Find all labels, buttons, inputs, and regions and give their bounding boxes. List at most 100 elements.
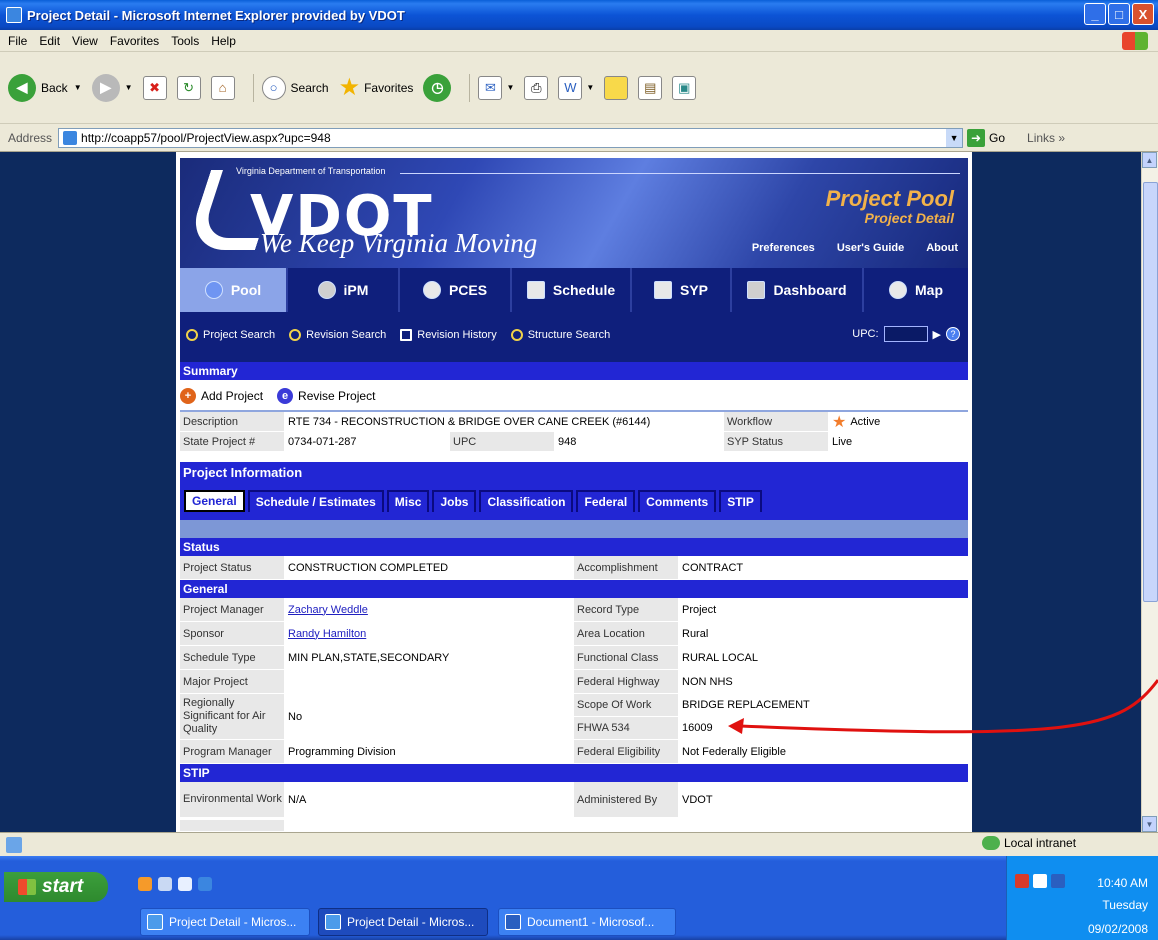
tab-schedule-estimates[interactable]: Schedule / Estimates bbox=[247, 490, 384, 512]
go-button[interactable]: ➜ Go bbox=[967, 128, 1005, 147]
ie-icon bbox=[147, 914, 163, 930]
address-input[interactable]: http://coapp57/pool/ProjectView.aspx?upc… bbox=[58, 127, 964, 148]
project-manager-link[interactable]: Zachary Weddle bbox=[288, 604, 368, 616]
vertical-scrollbar[interactable]: ▲ ▼ bbox=[1141, 152, 1158, 832]
fhwa-534-value: 16009 bbox=[678, 717, 968, 739]
home-button[interactable]: ⌂ bbox=[210, 75, 235, 100]
links-label: Links bbox=[1027, 130, 1056, 145]
word-icon bbox=[505, 914, 521, 930]
edit-button[interactable]: W ▼ bbox=[558, 75, 594, 100]
banner-links: Preferences User's Guide About bbox=[752, 242, 958, 254]
nav-syp[interactable]: SYP bbox=[632, 268, 732, 312]
menu-edit[interactable]: Edit bbox=[39, 34, 60, 48]
word-icon: W bbox=[558, 75, 583, 100]
forward-button[interactable]: ▶ ▼ bbox=[91, 73, 133, 102]
scroll-down-icon[interactable]: ▼ bbox=[1142, 816, 1157, 832]
nav-map[interactable]: Map bbox=[864, 268, 968, 312]
menu-file[interactable]: File bbox=[8, 34, 27, 48]
taskbar-item[interactable]: Document1 - Microsof... bbox=[498, 908, 676, 936]
nav-label: Dashboard bbox=[773, 282, 847, 298]
tab-federal[interactable]: Federal bbox=[576, 490, 636, 512]
chevron-down-icon[interactable]: ▼ bbox=[946, 128, 963, 147]
upc-go-icon[interactable]: ▶ bbox=[933, 328, 941, 341]
links-button[interactable]: Links » bbox=[1027, 131, 1065, 145]
project-search-link[interactable]: Project Search bbox=[186, 329, 275, 341]
nav-schedule[interactable]: Schedule bbox=[512, 268, 632, 312]
favorites-button[interactable]: ★ Favorites bbox=[339, 73, 414, 102]
main-nav: Pool iPM PCES Schedule SYP Dashboard Map bbox=[180, 268, 968, 312]
taskbar: start Project Detail - Micros... Project… bbox=[0, 856, 1158, 940]
maximize-button[interactable]: □ bbox=[1108, 3, 1130, 25]
stop-button[interactable]: ✖ bbox=[142, 75, 167, 100]
scroll-up-icon[interactable]: ▲ bbox=[1142, 152, 1157, 168]
browser-viewport: Virginia Department of Transportation VD… bbox=[0, 152, 1141, 832]
nav-pces[interactable]: PCES bbox=[400, 268, 512, 312]
banner-rule bbox=[400, 173, 960, 174]
research-button[interactable]: ▤ bbox=[638, 75, 663, 100]
clock-date: 09/02/2008 bbox=[1087, 922, 1148, 936]
minimize-button[interactable]: _ bbox=[1084, 3, 1106, 25]
nav-dashboard[interactable]: Dashboard bbox=[732, 268, 864, 312]
task-label: Document1 - Microsof... bbox=[527, 915, 655, 929]
windows-logo-icon bbox=[1122, 32, 1148, 50]
tab-comments[interactable]: Comments bbox=[638, 490, 717, 512]
help-icon[interactable]: ? bbox=[946, 327, 960, 341]
tab-stip[interactable]: STIP bbox=[719, 490, 762, 512]
menu-tools[interactable]: Tools bbox=[171, 34, 199, 48]
close-button[interactable]: X bbox=[1132, 3, 1154, 25]
quick-launch-icon[interactable] bbox=[178, 877, 192, 891]
tab-classification[interactable]: Classification bbox=[479, 490, 574, 512]
sub-nav: Project Search Revision Search Revision … bbox=[180, 312, 968, 362]
history-button[interactable]: ◷ bbox=[423, 73, 452, 102]
discuss-button[interactable] bbox=[604, 75, 629, 100]
home-icon: ⌂ bbox=[210, 75, 235, 100]
tray-icon[interactable] bbox=[1015, 874, 1029, 888]
general-row: Regionally Significant for Air Quality N… bbox=[180, 694, 574, 740]
ie-icon[interactable] bbox=[198, 877, 212, 891]
messenger-button[interactable]: ▣ bbox=[672, 75, 697, 100]
tab-jobs[interactable]: Jobs bbox=[432, 490, 477, 512]
nav-pool[interactable]: Pool bbox=[180, 268, 288, 312]
back-button[interactable]: ◀ Back ▼ bbox=[8, 73, 82, 102]
menu-help[interactable]: Help bbox=[211, 34, 236, 48]
revision-history-link[interactable]: Revision History bbox=[400, 329, 497, 341]
link-label: Revision History bbox=[417, 329, 497, 341]
menu-favorites[interactable]: Favorites bbox=[110, 34, 159, 48]
quick-launch-icon[interactable] bbox=[138, 877, 152, 891]
revision-search-link[interactable]: Revision Search bbox=[289, 329, 386, 341]
sponsor-link[interactable]: Randy Hamilton bbox=[288, 628, 366, 640]
quick-launch-icon[interactable] bbox=[158, 877, 172, 891]
administered-by-label: Administered By bbox=[574, 782, 678, 817]
tab-general[interactable]: General bbox=[184, 490, 245, 512]
print-button[interactable]: ⎙ bbox=[524, 75, 549, 100]
preferences-link[interactable]: Preferences bbox=[752, 242, 815, 254]
tray-icon[interactable] bbox=[1051, 874, 1065, 888]
about-link[interactable]: About bbox=[926, 242, 958, 254]
scroll-thumb[interactable] bbox=[1143, 182, 1158, 602]
taskbar-item[interactable]: Project Detail - Micros... bbox=[140, 908, 310, 936]
ie-icon bbox=[325, 914, 341, 930]
general-row: Project Manager Zachary Weddle bbox=[180, 598, 574, 622]
menu-view[interactable]: View bbox=[72, 34, 98, 48]
link-label: Revision Search bbox=[306, 329, 387, 341]
syp-status-value: Live bbox=[828, 432, 968, 451]
nav-ipm[interactable]: iPM bbox=[288, 268, 400, 312]
structure-search-link[interactable]: Structure Search bbox=[510, 329, 610, 341]
upc-input[interactable] bbox=[883, 326, 928, 342]
tab-misc[interactable]: Misc bbox=[386, 490, 430, 512]
add-project-button[interactable]: + Add Project bbox=[180, 388, 263, 404]
calendar-icon bbox=[400, 329, 413, 341]
search-button[interactable]: ○ Search bbox=[261, 75, 329, 100]
accomplishment-label: Accomplishment bbox=[574, 556, 678, 579]
revise-project-button[interactable]: e Revise Project bbox=[277, 388, 375, 404]
status-bar: Local intranet bbox=[0, 832, 1158, 856]
mail-button[interactable]: ✉ ▼ bbox=[478, 75, 514, 100]
plus-icon: + bbox=[180, 388, 196, 404]
revise-icon: e bbox=[277, 388, 294, 404]
start-button[interactable]: start bbox=[4, 872, 108, 902]
tray-icon[interactable] bbox=[1033, 874, 1047, 888]
refresh-button[interactable]: ↻ bbox=[176, 75, 201, 100]
taskbar-item[interactable]: Project Detail - Micros... bbox=[318, 908, 488, 936]
vdot-banner: Virginia Department of Transportation VD… bbox=[180, 158, 968, 268]
users-guide-link[interactable]: User's Guide bbox=[837, 242, 904, 254]
